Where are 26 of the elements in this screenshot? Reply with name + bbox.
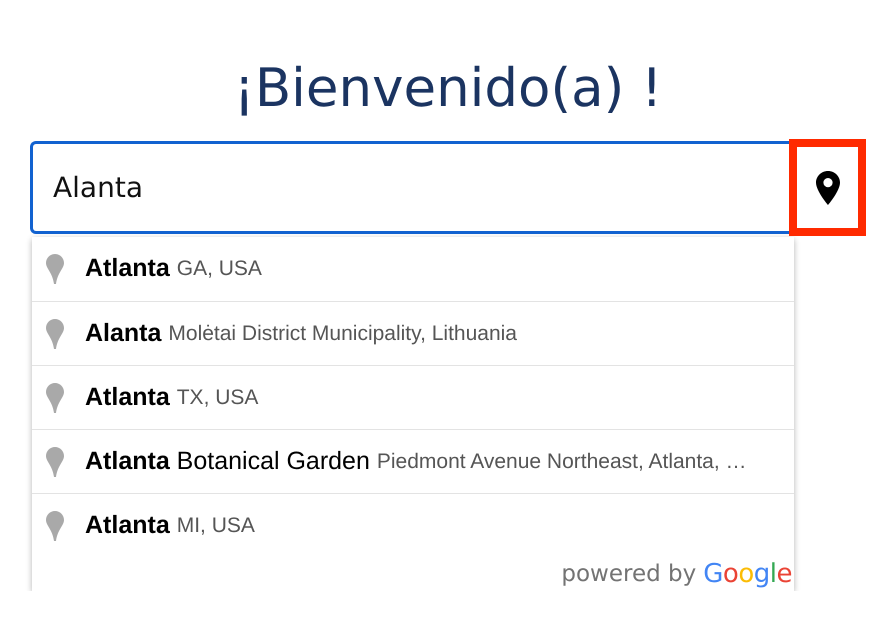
place-name: Atlanta — [85, 510, 170, 541]
map-pin-icon — [46, 446, 64, 476]
place-name: Alanta — [85, 318, 162, 349]
suggestion-item[interactable]: Atlanta TX, USA — [32, 365, 794, 429]
place-name: Atlanta — [85, 253, 170, 284]
suggestion-item[interactable]: Atlanta MI, USA — [32, 493, 794, 557]
suggestion-item[interactable]: Atlanta GA, USA — [32, 237, 794, 301]
location-button[interactable] — [789, 139, 866, 236]
map-pin-icon — [46, 382, 64, 412]
map-pin-icon — [46, 318, 64, 348]
welcome-heading: ¡Bienvenido(a) ! — [232, 58, 664, 120]
place-name: Atlanta — [85, 382, 170, 413]
map-pin-icon — [816, 170, 840, 204]
place-name: Atlanta Botanical Garden — [85, 446, 370, 477]
place-address: GA, USA — [176, 256, 262, 282]
google-logo: Google — [703, 558, 792, 590]
place-address: Molėtai District Municipality, Lithuania — [168, 320, 517, 347]
powered-by-text: powered by — [561, 560, 696, 589]
location-search-field[interactable]: Alanta — [30, 141, 789, 234]
suggestion-item[interactable]: Atlanta Botanical Garden Piedmont Avenue Northeast, Atlanta, … — [32, 429, 794, 493]
place-address: Piedmont Avenue Northeast, Atlanta, … — [376, 448, 747, 475]
place-address: TX, USA — [176, 384, 258, 411]
map-pin-icon — [46, 510, 64, 540]
suggestion-item[interactable]: Alanta Molėtai District Municipality, Lithuania — [32, 301, 794, 365]
place-address: MI, USA — [176, 512, 255, 539]
map-pin-icon — [46, 254, 64, 284]
